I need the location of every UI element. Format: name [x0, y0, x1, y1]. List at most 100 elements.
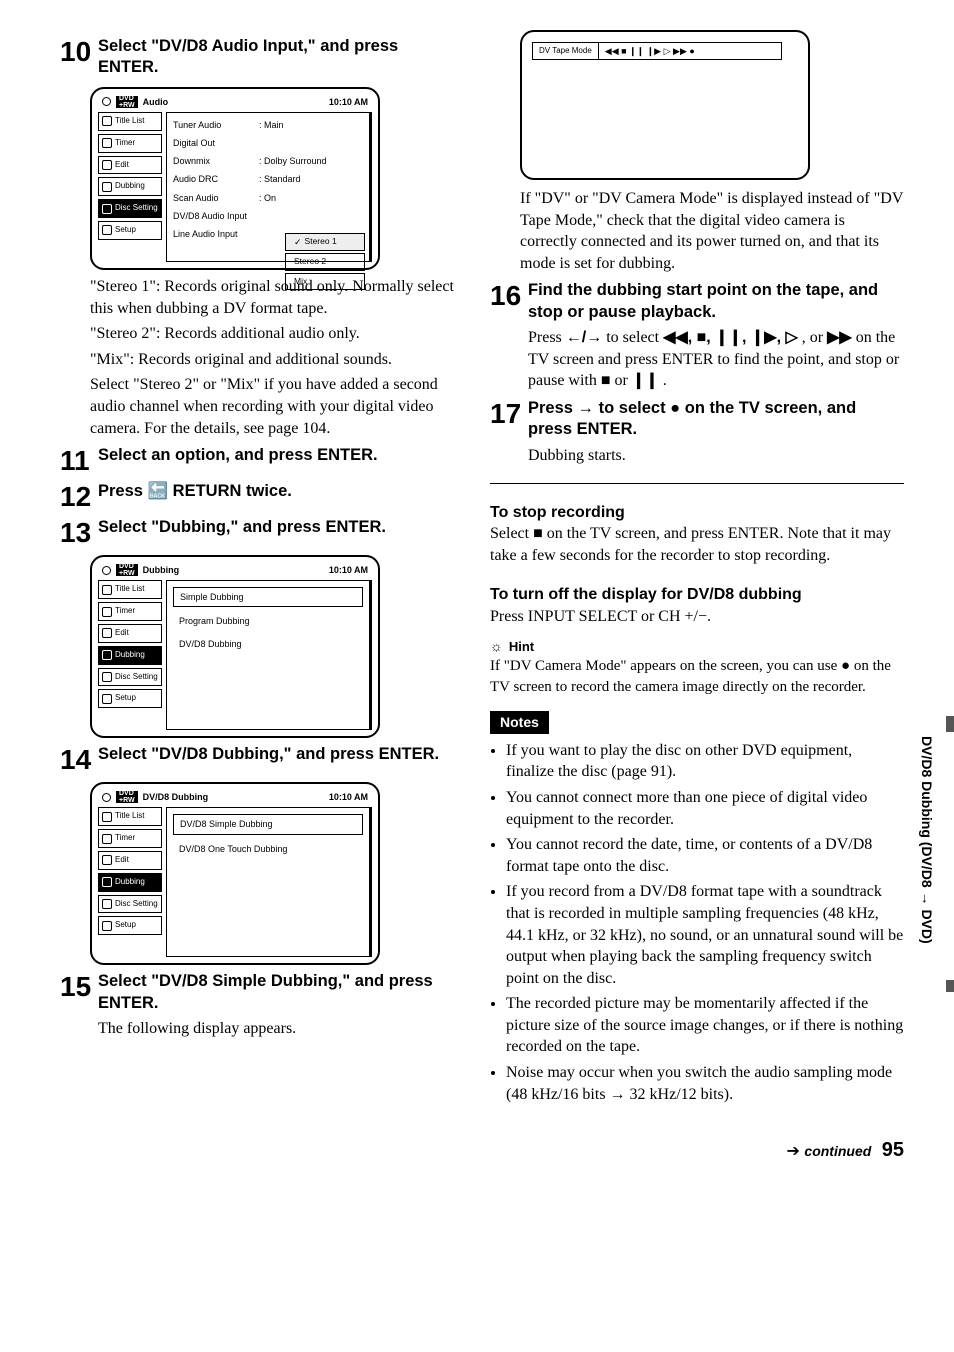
- text: on the TV screen, and press ENTER. Note …: [490, 525, 891, 564]
- option-label: Stereo 2: [294, 256, 326, 267]
- pencil-icon: [102, 628, 112, 638]
- sidebar-title-list[interactable]: Title List: [98, 807, 162, 826]
- sidebar-disc-setting[interactable]: Disc Setting: [98, 668, 162, 687]
- sidebar-label: Setup: [115, 920, 136, 931]
- step-16: 16 Find the dubbing start point on the t…: [490, 280, 904, 392]
- sidebar-label: Title List: [115, 811, 145, 822]
- step-15: 15 Select "DV/D8 Simple Dubbing," and pr…: [60, 971, 460, 1039]
- row-val: : Dolby Surround: [259, 155, 363, 167]
- sidebar-label: Edit: [115, 628, 129, 639]
- option-label: Stereo 1: [305, 236, 337, 247]
- page-footer: ➔ continued 95: [60, 1137, 904, 1164]
- rec-icon: [102, 793, 111, 802]
- sidebar-label: Setup: [115, 693, 136, 704]
- list-item[interactable]: DV/D8 Dubbing: [173, 636, 363, 652]
- pencil-icon: [102, 855, 112, 865]
- text: Press: [528, 329, 566, 346]
- divider: [490, 483, 904, 484]
- osd-title: DV/D8 Dubbing: [143, 791, 209, 803]
- continued-label: continued: [804, 1143, 871, 1159]
- record-icon: ●: [670, 399, 680, 417]
- disc-icon: [102, 899, 112, 909]
- sidebar-label: Edit: [115, 160, 129, 171]
- sidebar-setup[interactable]: Setup: [98, 689, 162, 708]
- option-stereo1[interactable]: ✓Stereo 1: [285, 233, 365, 251]
- dvd-rw-icon: DVD+RW: [116, 791, 138, 803]
- osd-sidebar: Title List Timer Edit Dubbing Disc Setti…: [98, 580, 162, 730]
- sidebar-label: Timer: [115, 833, 135, 844]
- sidebar-dubbing[interactable]: Dubbing: [98, 646, 162, 665]
- osd-content: Simple Dubbing Program Dubbing DV/D8 Dub…: [166, 580, 372, 730]
- notes-badge: Notes: [490, 711, 549, 734]
- list-item[interactable]: Program Dubbing: [173, 613, 363, 629]
- sidebar-edit[interactable]: Edit: [98, 156, 162, 175]
- stop-recording-body: Select ■ on the TV screen, and press ENT…: [490, 523, 904, 566]
- step-title: Select "DV/D8 Audio Input," and press EN…: [98, 36, 460, 79]
- sidebar-label: Title List: [115, 584, 145, 595]
- ff-icon: ▶▶: [827, 329, 852, 346]
- step-title: Press → to select ● on the TV screen, an…: [528, 398, 904, 441]
- clock-icon: [102, 607, 112, 617]
- list-item[interactable]: DV/D8 Simple Dubbing: [173, 814, 363, 834]
- sidebar-label: Disc Setting: [115, 899, 158, 910]
- notes-list: If you want to play the disc on other DV…: [490, 740, 904, 1106]
- sidebar-timer[interactable]: Timer: [98, 602, 162, 621]
- heading-stop-recording: To stop recording: [490, 502, 904, 524]
- sidebar-edit[interactable]: Edit: [98, 851, 162, 870]
- sidebar-dubbing[interactable]: Dubbing: [98, 177, 162, 196]
- osd-screen-dubbing: DVD+RW Dubbing 10:10 AM Title List Timer…: [90, 555, 380, 738]
- disc-icon: [102, 204, 112, 214]
- option-label: Mix: [294, 276, 307, 287]
- step-number: 14: [60, 744, 92, 774]
- step-10: 10 Select "DV/D8 Audio Input," and press…: [60, 36, 460, 79]
- text: Select: [490, 525, 533, 542]
- step-title: Select an option, and press ENTER.: [98, 445, 460, 466]
- hint-body: If "DV Camera Mode" appears on the scree…: [490, 656, 904, 697]
- sidebar-label: Timer: [115, 138, 135, 149]
- sidebar-disc-setting[interactable]: Disc Setting: [98, 895, 162, 914]
- list-item[interactable]: DV/D8 One Touch Dubbing: [173, 841, 363, 857]
- sidebar-dubbing[interactable]: Dubbing: [98, 873, 162, 892]
- row-key: Tuner Audio: [173, 119, 253, 131]
- osd-clock: 10:10 AM: [329, 791, 368, 803]
- sidebar-title-list[interactable]: Title List: [98, 112, 162, 131]
- sidebar-setup[interactable]: Setup: [98, 916, 162, 935]
- dvd-rw-icon: DVD+RW: [116, 96, 138, 108]
- note-item: You cannot record the date, time, or con…: [506, 834, 904, 877]
- step-title: Select "DV/D8 Simple Dubbing," and press…: [98, 971, 460, 1014]
- step-title: Select "DV/D8 Dubbing," and press ENTER.: [98, 744, 460, 765]
- hint-header: ☼ Hint: [490, 637, 904, 656]
- sidebar-disc-setting[interactable]: Disc Setting: [98, 199, 162, 218]
- clock-icon: [102, 834, 112, 844]
- option-stereo2[interactable]: Stereo 2: [285, 253, 365, 270]
- osd-clock: 10:10 AM: [329, 564, 368, 576]
- sidebar-label: Edit: [115, 855, 129, 866]
- sidebar-label: Timer: [115, 606, 135, 617]
- dub-icon: [102, 877, 112, 887]
- row-val: : Standard: [259, 173, 363, 185]
- step-13: 13 Select "Dubbing," and press ENTER.: [60, 517, 460, 547]
- clock-icon: [102, 138, 112, 148]
- option-mix[interactable]: Mix: [285, 273, 365, 290]
- row-val: : Main: [259, 119, 363, 131]
- text: , or: [802, 329, 827, 346]
- osd-clock: 10:10 AM: [329, 96, 368, 108]
- list-item[interactable]: Simple Dubbing: [173, 587, 363, 607]
- sidebar-setup[interactable]: Setup: [98, 221, 162, 240]
- row-key: Scan Audio: [173, 192, 253, 204]
- arrow-left-right-icon: ←/→: [566, 329, 602, 346]
- sidebar-timer[interactable]: Timer: [98, 134, 162, 153]
- gear-icon: [102, 225, 112, 235]
- step-title: Press 🔙 RETURN twice.: [98, 481, 460, 502]
- step-description: Dubbing starts.: [528, 445, 904, 467]
- record-icon: ●: [841, 657, 850, 674]
- sidebar-title-list[interactable]: Title List: [98, 580, 162, 599]
- pause-icon: ❙❙: [632, 372, 659, 389]
- step-title: Select "Dubbing," and press ENTER.: [98, 517, 460, 538]
- sidebar-timer[interactable]: Timer: [98, 829, 162, 848]
- sidebar-edit[interactable]: Edit: [98, 624, 162, 643]
- sidebar-label: Disc Setting: [115, 203, 158, 214]
- tape-mode-label: DV Tape Mode: [533, 43, 599, 59]
- step-title: Find the dubbing start point on the tape…: [528, 280, 904, 323]
- text: Press: [528, 399, 578, 417]
